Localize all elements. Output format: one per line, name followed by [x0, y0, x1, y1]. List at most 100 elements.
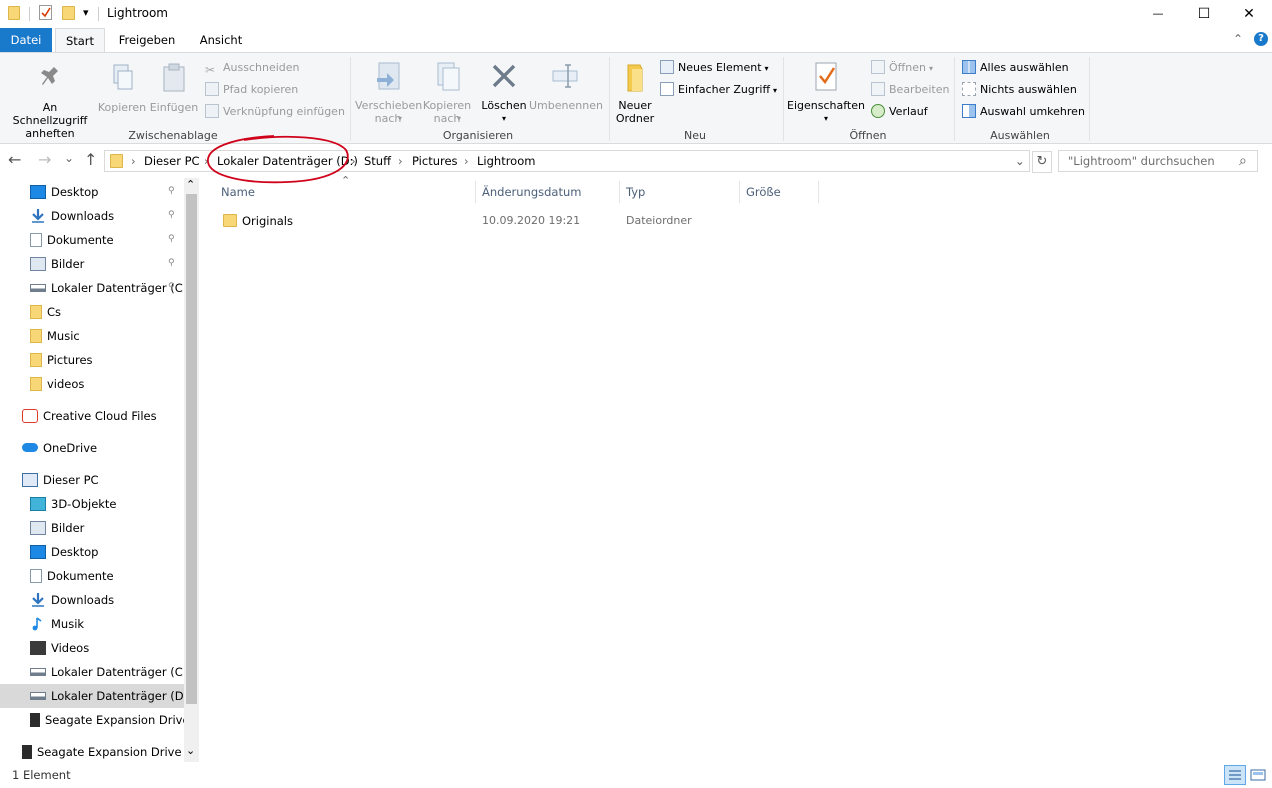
tab-share[interactable]: Freigeben — [112, 28, 182, 52]
scroll-thumb[interactable] — [186, 194, 197, 704]
copy-path-button[interactable]: Pfad kopieren — [205, 81, 298, 99]
crumb-stuff[interactable]: Stuff — [364, 151, 391, 171]
recent-locations-button[interactable]: ⌄ — [64, 151, 74, 165]
nav-item-quick-access[interactable]: Cs — [0, 300, 184, 324]
pin-quick-access-button[interactable]: An Schnellzugriff anheften — [4, 63, 96, 140]
collapse-ribbon-icon[interactable]: ⌃ — [1233, 32, 1243, 46]
nav-item-quick-access[interactable]: Lokaler Datenträger (C — [0, 276, 184, 300]
column-header-date[interactable]: Änderungsdatum — [482, 178, 617, 206]
properties-check-icon[interactable] — [39, 5, 52, 20]
column-header-size[interactable]: Größe — [746, 178, 816, 206]
pin-icon: ⚲ — [168, 210, 175, 220]
nav-item-quick-access[interactable]: Downloads — [0, 204, 184, 228]
search-box[interactable]: "Lightroom" durchsuchen ⌕ — [1058, 150, 1258, 172]
nav-item-this-pc-child[interactable]: Lokaler Datenträger (D:) — [0, 684, 184, 708]
nav-item-quick-access[interactable]: Bilder — [0, 252, 184, 276]
nav-item-label: Lokaler Datenträger (D:) — [51, 689, 184, 703]
paste-shortcut-button[interactable]: Verknüpfung einfügen — [205, 103, 345, 121]
pin-icon: ⚲ — [168, 258, 175, 268]
folder-icon — [30, 329, 42, 343]
nav-item-this-pc-child[interactable]: Dokumente — [0, 564, 184, 588]
search-input[interactable]: "Lightroom" durchsuchen — [1068, 154, 1215, 168]
back-button[interactable]: ← — [8, 150, 21, 169]
column-header-type[interactable]: Typ — [626, 178, 736, 206]
copy-button[interactable]: Kopieren — [97, 63, 147, 114]
scroll-down-button[interactable]: ⌄ — [186, 744, 195, 757]
nav-item-label: Dokumente — [47, 569, 114, 583]
copy-icon — [113, 64, 133, 90]
properties-button[interactable]: Eigenschaften ▾ — [787, 61, 865, 125]
nav-item-quick-access[interactable]: Pictures — [0, 348, 184, 372]
nav-item-label: Downloads — [51, 209, 115, 223]
pin-label-1: An Schnellzugriff — [12, 101, 88, 127]
minimize-button[interactable]: — — [1135, 0, 1181, 28]
open-button[interactable]: Öffnen ▾ — [871, 59, 933, 77]
search-icon[interactable]: ⌕ — [1239, 151, 1247, 171]
tab-start[interactable]: Start — [55, 28, 105, 53]
history-button[interactable]: Verlauf — [871, 103, 928, 121]
nav-item-this-pc-child[interactable]: Lokaler Datenträger (C:) — [0, 660, 184, 684]
nav-item-label: Music — [47, 329, 80, 343]
computer-icon — [22, 473, 38, 487]
large-icons-view-icon[interactable] — [1248, 765, 1268, 785]
new-folder-button[interactable]: Neuer Ordner — [612, 61, 658, 125]
refresh-button[interactable]: ↻ — [1032, 151, 1052, 173]
crumb-pictures[interactable]: Pictures — [412, 151, 458, 171]
pin-icon — [41, 67, 58, 85]
crumb-this-pc[interactable]: Dieser PC — [144, 151, 200, 171]
column-divider[interactable] — [818, 181, 819, 203]
move-to-button[interactable]: Verschieben nach ▾ — [355, 61, 422, 125]
nav-item-quick-access[interactable]: Music — [0, 324, 184, 348]
nav-item-this-pc-child[interactable]: Seagate Expansion Drive — [0, 708, 184, 732]
nav-item-external-drive[interactable]: Seagate Expansion Drive (E — [0, 740, 184, 764]
qat-dropdown-icon[interactable]: ▾ — [83, 6, 89, 19]
scroll-up-button[interactable]: ⌃ — [186, 178, 195, 191]
paste-label: Einfügen — [149, 101, 199, 114]
status-bar: 1 Element — [0, 764, 1272, 787]
edit-button[interactable]: Bearbeiten — [871, 81, 949, 99]
select-none-button[interactable]: Nichts auswählen — [962, 81, 1077, 99]
nav-item-this-pc-child[interactable]: Downloads — [0, 588, 184, 612]
delete-button[interactable]: Löschen ▾ — [479, 61, 529, 125]
nav-item-quick-access[interactable]: videos — [0, 372, 184, 396]
maximize-button[interactable]: ☐ — [1181, 0, 1227, 28]
nav-item-this-pc-child[interactable]: Desktop — [0, 540, 184, 564]
forward-button[interactable]: → — [38, 150, 51, 169]
open-group-label: Öffnen — [849, 129, 887, 142]
up-button[interactable]: ↑ — [84, 150, 97, 169]
crumb-lightroom[interactable]: Lightroom — [477, 151, 535, 171]
nav-item-this-pc-child[interactable]: 3D-Objekte — [0, 492, 184, 516]
copy-to-button[interactable]: Kopieren nach ▾ — [421, 61, 473, 125]
column-divider[interactable] — [619, 181, 620, 203]
new-item-button[interactable]: Neues Element ▾ — [660, 59, 769, 77]
cloud-icon — [22, 443, 38, 452]
nav-scrollbar[interactable]: ⌃ ⌄ — [184, 178, 199, 762]
column-header-name[interactable]: Name — [221, 178, 471, 206]
folder-icon — [8, 6, 20, 20]
new-folder-qat-icon[interactable] — [62, 6, 75, 20]
details-view-icon[interactable] — [1224, 765, 1246, 785]
nav-item-creative-cloud[interactable]: Creative Cloud Files — [0, 404, 184, 428]
column-divider[interactable] — [739, 181, 740, 203]
invert-selection-button[interactable]: Auswahl umkehren — [962, 103, 1085, 121]
paste-button[interactable]: Einfügen — [149, 63, 199, 114]
tab-view[interactable]: Ansicht — [192, 28, 250, 52]
cut-label: Ausschneiden — [223, 61, 300, 74]
nav-item-this-pc[interactable]: Dieser PC — [0, 468, 184, 492]
rename-button[interactable]: Umbenennen — [529, 61, 603, 112]
nav-item-this-pc-child[interactable]: Videos — [0, 636, 184, 660]
column-divider[interactable] — [475, 181, 476, 203]
nav-item-onedrive[interactable]: OneDrive — [0, 436, 184, 460]
nav-item-quick-access[interactable]: Desktop — [0, 180, 184, 204]
nav-item-this-pc-child[interactable]: Bilder — [0, 516, 184, 540]
nav-item-quick-access[interactable]: Dokumente — [0, 228, 184, 252]
help-icon[interactable]: ? — [1254, 32, 1268, 46]
select-all-button[interactable]: Alles auswählen — [962, 59, 1069, 77]
nav-item-this-pc-child[interactable]: Musik — [0, 612, 184, 636]
tab-file[interactable]: Datei — [0, 28, 52, 52]
close-button[interactable]: ✕ — [1226, 0, 1272, 28]
address-dropdown-icon[interactable]: ⌄ — [1015, 151, 1025, 171]
cut-button[interactable]: ✂ Ausschneiden — [205, 59, 300, 77]
external-drive-icon — [22, 745, 32, 759]
easy-access-button[interactable]: Einfacher Zugriff ▾ — [660, 81, 777, 99]
